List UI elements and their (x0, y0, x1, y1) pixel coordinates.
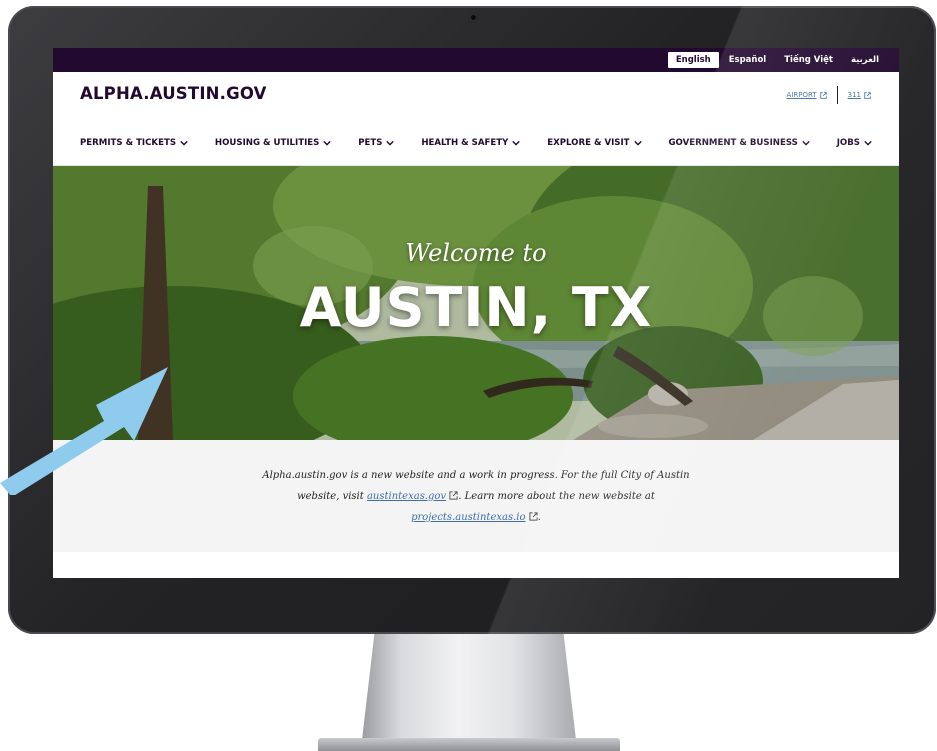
external-link-icon (529, 511, 538, 521)
lang-arabic[interactable]: العربية (843, 52, 887, 68)
nav-label: PETS (358, 137, 383, 148)
nav-permits-tickets[interactable]: PERMITS & TICKETS (80, 138, 188, 148)
nav-jobs[interactable]: JOBS (837, 138, 872, 148)
notice-text: Alpha.austin.gov is a new website and a … (261, 465, 691, 528)
webcam-dot (469, 13, 478, 22)
airport-link-label: AIRPORT (786, 91, 817, 99)
nav-health-safety[interactable]: HEALTH & SAFETY (421, 137, 521, 148)
website-screen: English Español Tiếng Việt العربية ALPHA… (53, 48, 899, 578)
three-one-one-link-label: 311 (847, 91, 861, 99)
monitor-stand-base (318, 738, 620, 751)
nav-pets[interactable]: PETS (358, 137, 395, 148)
nav-government-business[interactable]: GOVERNMENT & BUSINESS (668, 137, 810, 148)
nav-label: GOVERNMENT & BUSINESS (668, 137, 798, 148)
hero-city-heading: AUSTIN, TX (299, 276, 653, 339)
lang-espanol[interactable]: Español (721, 52, 775, 68)
notice-text-part3: . (537, 511, 541, 523)
notice-text-part2: . Learn more about the new website at (458, 490, 655, 502)
chevron-down-icon (323, 140, 332, 146)
monitor-stand-neck (362, 630, 576, 740)
external-link-icon (864, 91, 871, 99)
utility-links: AIRPORT 311 (787, 86, 871, 104)
main-nav: PERMITS & TICKETS HOUSING & UTILITIES PE… (53, 120, 899, 166)
projects-austintexas-link[interactable]: projects.austintexas.io (411, 512, 525, 523)
nav-label: EXPLORE & VISIT (547, 137, 630, 148)
hero-welcome-text: Welcome to (405, 239, 547, 267)
lang-vietnamese[interactable]: Tiếng Việt (776, 52, 841, 68)
chevron-down-icon (512, 140, 521, 146)
site-title[interactable]: ALPHA.AUSTIN.GOV (80, 84, 267, 103)
nav-label: JOBS (836, 137, 860, 148)
utility-divider (836, 86, 838, 104)
nav-label: PERMITS & TICKETS (80, 137, 177, 148)
external-link-icon (449, 490, 458, 500)
nav-label: HEALTH & SAFETY (421, 137, 509, 148)
chevron-down-icon (864, 140, 872, 146)
chevron-down-icon (633, 140, 642, 146)
external-link-icon (819, 91, 827, 99)
site-header: ALPHA.AUSTIN.GOV AIRPORT 311 (53, 72, 899, 120)
lang-english[interactable]: English (667, 52, 719, 68)
chevron-down-icon (386, 140, 395, 146)
nav-explore-visit[interactable]: EXPLORE & VISIT (547, 137, 642, 148)
nav-label: HOUSING & UTILITIES (214, 137, 320, 148)
pointer-arrow-icon (0, 367, 168, 495)
nav-housing-utilities[interactable]: HOUSING & UTILITIES (214, 137, 332, 148)
chevron-down-icon (802, 140, 810, 146)
airport-link[interactable]: AIRPORT (787, 91, 827, 99)
three-one-one-link[interactable]: 311 (848, 91, 871, 99)
austintexas-gov-link[interactable]: austintexas.gov (367, 491, 446, 502)
chevron-down-icon (180, 140, 188, 146)
language-bar: English Español Tiếng Việt العربية (53, 48, 899, 72)
